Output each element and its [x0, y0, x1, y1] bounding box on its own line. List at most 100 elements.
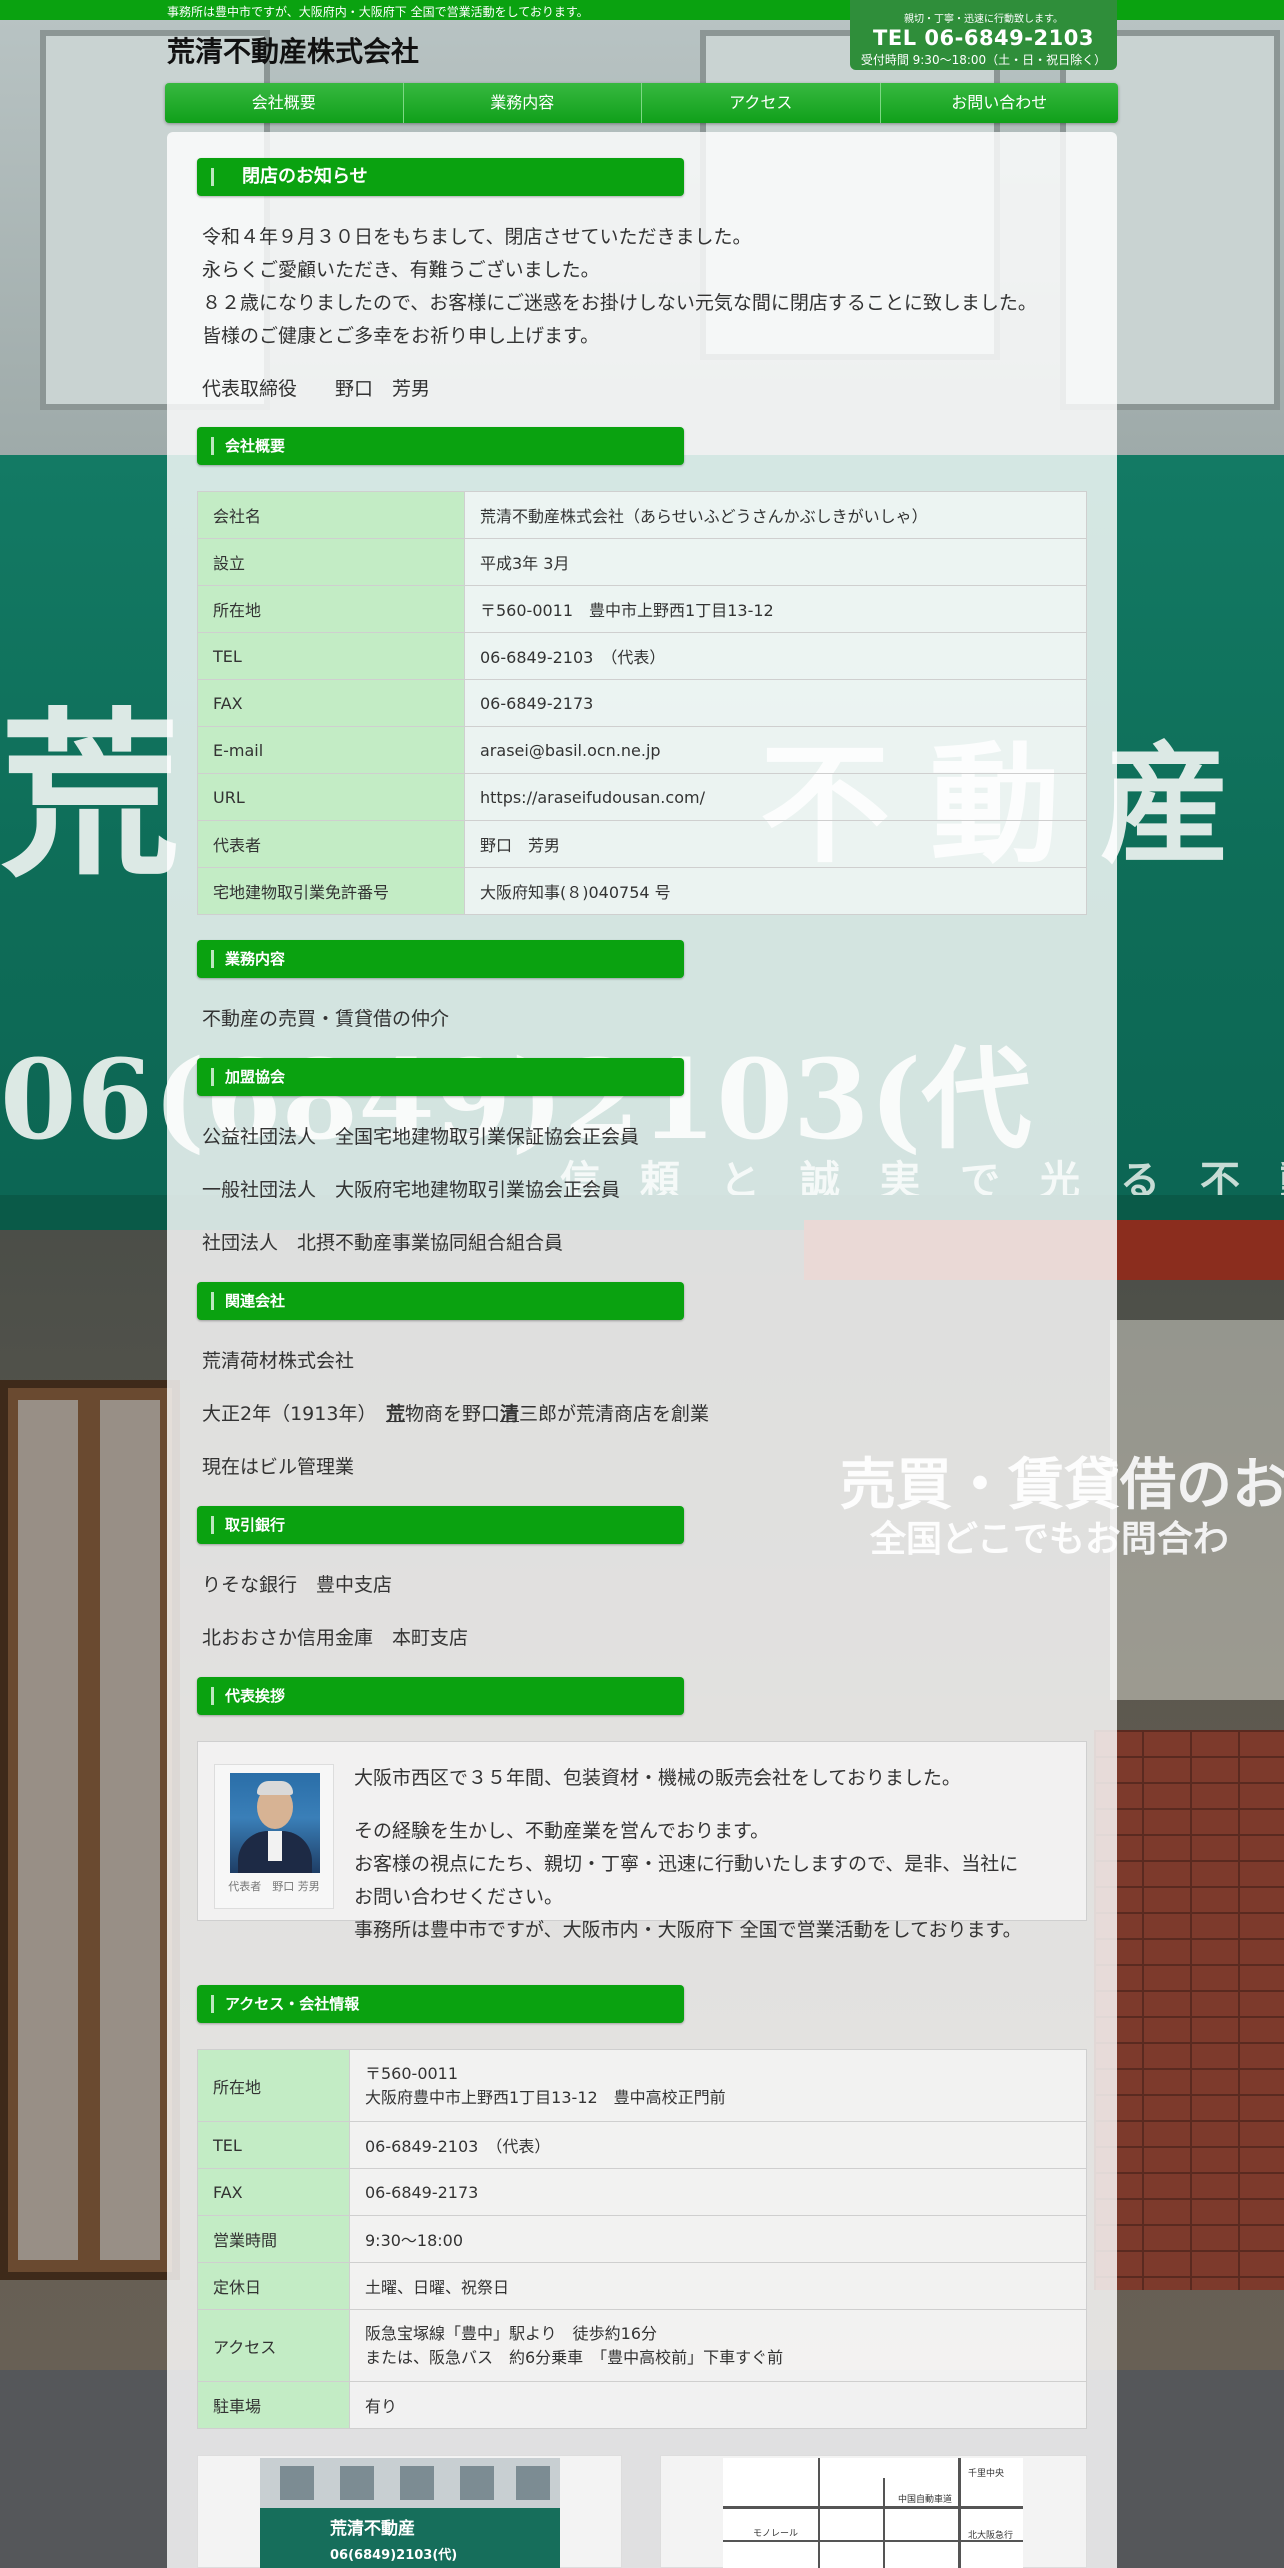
- main-nav: 会社概要 業務内容 アクセス お問い合わせ: [165, 83, 1118, 123]
- table-row: URL https://araseifudousan.com/: [197, 773, 1087, 821]
- table-row: 所在地 〒560-0011 豊中市上野西1丁目13-12: [197, 585, 1087, 633]
- tel-number[interactable]: TEL 06-6849-2103: [850, 26, 1117, 50]
- table-key: 営業時間: [197, 2215, 350, 2263]
- table-row: E-mail arasei@basil.ocn.ne.jp: [197, 726, 1087, 774]
- table-row: 定休日 土曜、日曜、祝祭日: [197, 2262, 1087, 2310]
- association-item: 社団法人 北摂不動産事業協同組合組合員: [202, 1232, 564, 1254]
- bg-door-glass: [100, 1400, 160, 2260]
- nav-item-company[interactable]: 会社概要: [165, 83, 404, 123]
- heading-bar: [211, 1292, 214, 1310]
- table-key: アクセス: [197, 2309, 350, 2382]
- table-value: 9:30〜18:00: [349, 2215, 1087, 2263]
- photo-caption: 代表者 野口 芳男: [228, 1880, 320, 1893]
- table-key: FAX: [197, 679, 465, 727]
- closing-line: 永らくご愛顧いただき、有難うございました。: [202, 259, 600, 281]
- storefront-photo: 荒清不動産 06(6849)2103(代): [260, 2458, 560, 2568]
- table-row: アクセス 阪急宝塚線「豊中」駅より 徒歩約16分 または、阪急バス 約6分乗車 「…: [197, 2309, 1087, 2382]
- section-heading-company: 会社概要: [197, 427, 684, 465]
- table-value: 野口 芳男: [464, 820, 1087, 868]
- url-link[interactable]: https://araseifudousan.com/: [464, 773, 1087, 821]
- table-row: 所在地 〒560-0011 大阪府豊中市上野西1丁目13-12 豊中高校正門前: [197, 2049, 1087, 2122]
- heading-bar: [211, 950, 214, 968]
- email-link[interactable]: arasei@basil.ocn.ne.jp: [464, 726, 1087, 774]
- greeting-box: 代表者 野口 芳男 大阪市西区で３５年間、包装資材・機械の販売会社をしておりまし…: [197, 1741, 1087, 1941]
- association-item: 一般社団法人 大阪府宅地建物取引業協会正会員: [202, 1179, 621, 1201]
- table-key: 駐車場: [197, 2381, 350, 2429]
- heading-bar: [211, 1068, 214, 1086]
- access-table: 所在地 〒560-0011 大阪府豊中市上野西1丁目13-12 豊中高校正門前 T…: [197, 2049, 1087, 2429]
- section-heading-business: 業務内容: [197, 940, 684, 978]
- portrait-image: [230, 1773, 320, 1873]
- business-hours: 受付時間 9:30〜18:00（土・日・祝日除く）: [860, 53, 1107, 67]
- company-table: 会社名 荒清不動産株式会社（あらせいふどうさんかぶしきがいしゃ） 設立 平成3年 3…: [197, 491, 1087, 915]
- bg-sign-char: 荒: [0, 691, 181, 902]
- closing-line: 令和４年９月３０日をもちまして、閉店させていただきました。: [202, 226, 752, 248]
- table-key: 所在地: [197, 585, 465, 633]
- table-row: 営業時間 9:30〜18:00: [197, 2215, 1087, 2263]
- site-logo[interactable]: 荒清不動産株式会社: [167, 30, 419, 70]
- table-value: 06-6849-2103 （代表）: [349, 2121, 1087, 2169]
- table-key: 宅地建物取引業免許番号: [197, 867, 465, 915]
- section-heading-banks: 取引銀行: [197, 1506, 684, 1544]
- bank-item: りそな銀行 豊中支店: [202, 1574, 393, 1596]
- association-item: 公益社団法人 全国宅地建物取引業保証協会正会員: [202, 1126, 640, 1148]
- related-history: 大正2年（1913年） 荒物商を野口清三郎が荒清商店を創業: [202, 1403, 710, 1425]
- section-heading-greeting: 代表挨拶: [197, 1677, 684, 1715]
- table-value: 荒清不動産株式会社（あらせいふどうさんかぶしきがいしゃ）: [464, 491, 1087, 539]
- bg-brick-wall: [1094, 1730, 1284, 2290]
- heading-bar: [211, 1516, 214, 1534]
- table-row: FAX 06-6849-2173: [197, 679, 1087, 727]
- bg-door-glass: [18, 1400, 78, 2260]
- section-heading-closing: 閉店のお知らせ: [197, 158, 684, 196]
- section-heading-related: 関連会社: [197, 1282, 684, 1320]
- table-value: 〒560-0011 豊中市上野西1丁目13-12: [464, 585, 1087, 633]
- tel-note: 親切・丁寧・迅速に行動致します。: [904, 14, 1063, 25]
- closing-line: ８２歳になりましたので、お客様にご迷惑をお掛けしない元気な間に閉店することに致し…: [202, 292, 1037, 314]
- map-thumbnail[interactable]: 中国自動車道 モノレール 北大阪急行 千里中央: [660, 2455, 1087, 2568]
- greeting-text: 大阪市西区で３５年間、包装資材・機械の販売会社をしておりました。 その経験を生か…: [354, 1767, 1022, 1941]
- map-label: モノレール: [753, 2529, 799, 2539]
- table-key: 代表者: [197, 820, 465, 868]
- thumbnail-row: 荒清不動産 06(6849)2103(代) 中国自動車道 モノレール 北大阪急行…: [197, 2455, 1087, 2568]
- nav-item-access[interactable]: アクセス: [642, 83, 881, 123]
- map-label: 千里中央: [968, 2469, 1005, 2479]
- table-key: 設立: [197, 538, 465, 586]
- emphasis-char: 清: [499, 1403, 519, 1425]
- table-key: 所在地: [197, 2049, 350, 2122]
- nav-item-business[interactable]: 業務内容: [404, 83, 642, 123]
- storefront-thumbnail[interactable]: 荒清不動産 06(6849)2103(代): [197, 2455, 622, 2568]
- closing-line: 皆様のご健康とご多幸をお祈り申し上げます。: [202, 325, 600, 347]
- table-value: 06-6849-2173: [464, 679, 1087, 727]
- emphasis-char: 荒: [385, 1403, 405, 1425]
- section-heading-associations: 加盟協会: [197, 1058, 684, 1096]
- table-row: TEL 06-6849-2103 （代表）: [197, 632, 1087, 680]
- table-key: FAX: [197, 2168, 350, 2216]
- business-text: 不動産の売買・賃貸借の仲介: [202, 1008, 450, 1030]
- table-row: 会社名 荒清不動産株式会社（あらせいふどうさんかぶしきがいしゃ）: [197, 491, 1087, 539]
- related-company: 荒清荷材株式会社: [202, 1350, 355, 1372]
- table-row: 宅地建物取引業免許番号 大阪府知事(８)040754 号: [197, 867, 1087, 915]
- table-value: 大阪府知事(８)040754 号: [464, 867, 1087, 915]
- table-key: 定休日: [197, 2262, 350, 2310]
- table-value: 06-6849-2173: [349, 2168, 1087, 2216]
- table-key: E-mail: [197, 726, 465, 774]
- table-row: 駐車場 有り: [197, 2381, 1087, 2429]
- heading-bar: [211, 1687, 214, 1705]
- table-value: 〒560-0011 大阪府豊中市上野西1丁目13-12 豊中高校正門前: [349, 2049, 1087, 2122]
- nav-item-contact[interactable]: お問い合わせ: [881, 83, 1119, 123]
- photo-sign-text: 荒清不動産: [330, 2519, 415, 2539]
- heading-bar: [211, 168, 214, 186]
- related-current: 現在はビル管理業: [202, 1456, 355, 1478]
- table-value: 有り: [349, 2381, 1087, 2429]
- table-key: TEL: [197, 632, 465, 680]
- photo-sign-tel: 06(6849)2103(代): [330, 2548, 458, 2563]
- table-value: 土曜、日曜、祝祭日: [349, 2262, 1087, 2310]
- table-key: TEL: [197, 2121, 350, 2169]
- table-row: FAX 06-6849-2173: [197, 2168, 1087, 2216]
- table-value: 阪急宝塚線「豊中」駅より 徒歩約16分 または、阪急バス 約6分乗車 「豊中高校前…: [349, 2309, 1087, 2382]
- bank-item: 北おおさか信用金庫 本町支店: [202, 1627, 469, 1649]
- table-row: 代表者 野口 芳男: [197, 820, 1087, 868]
- map-label: 北大阪急行: [968, 2531, 1014, 2541]
- closing-signature: 代表取締役 野口 芳男: [202, 378, 431, 400]
- header-tel-box: 親切・丁寧・迅速に行動致します。 TEL 06-6849-2103 受付時間 9…: [850, 0, 1117, 70]
